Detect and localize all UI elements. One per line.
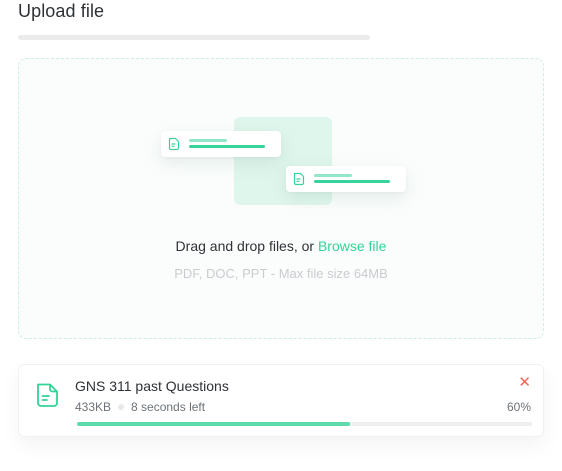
page-title: Upload file [18,1,105,21]
upload-illustration [19,59,543,219]
upload-item: GNS 311 past Questions 433KB 8 seconds l… [18,364,544,437]
progress-percent: 60% [506,400,531,414]
document-icon [293,172,305,186]
illustration-line [314,174,352,177]
document-icon [168,137,180,151]
illustration-file-card [286,166,406,192]
file-type-hint: PDF, DOC, PPT - Max file size 64MB [174,266,388,281]
title-divider [18,35,370,40]
illustration-line [314,180,390,183]
upload-file-name: GNS 311 past Questions [75,378,229,394]
file-document-icon [37,383,58,407]
illustration-file-card [161,131,281,157]
close-icon[interactable]: ✕ [518,375,531,391]
upload-progress-bar [77,422,532,426]
illustration-line [189,145,265,148]
separator-dot [118,404,125,410]
upload-meta: 433KB 8 seconds left [75,400,205,414]
browse-file-link[interactable]: Browse file [318,238,386,254]
file-dropzone[interactable]: Drag and drop files, or Browse file PDF,… [18,58,544,339]
upload-progress-fill [77,422,350,426]
illustration-line [189,139,227,142]
drop-instructions: Drag and drop files, or Browse file [19,238,543,254]
file-size: 433KB [75,400,112,414]
time-remaining: 8 seconds left [131,400,206,414]
drag-drop-text: Drag and drop files, or [175,238,315,254]
